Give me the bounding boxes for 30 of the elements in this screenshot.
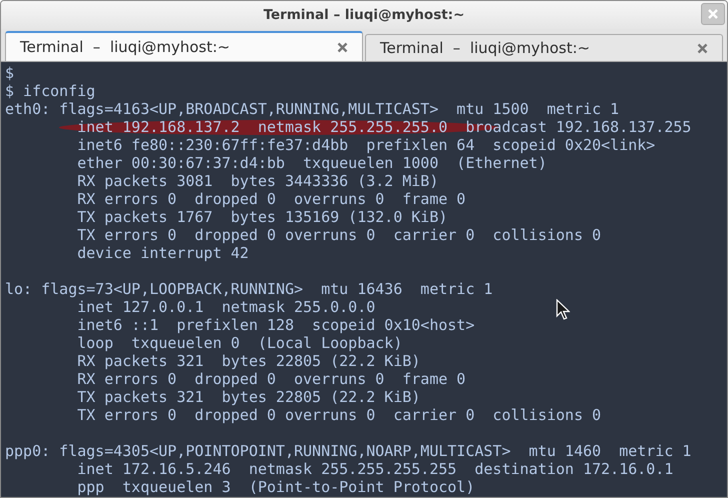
mouse-pointer-icon bbox=[556, 299, 570, 321]
terminal-line: ether 00:30:67:37:d4:bb txqueuelen 1000 (Ethernet) bbox=[76, 154, 547, 172]
terminal-line: TX errors 0 dropped 0 overruns 0 carrier 0 collisions 0 bbox=[76, 406, 602, 424]
terminal-line: loop txqueuelen 0 (Local Loopback) bbox=[76, 334, 402, 352]
tab[interactable]: Terminal – liuqi@myhost:~ bbox=[5, 31, 363, 61]
terminal-line: ppp0: flags=4305<UP,POINTOPOINT,RUNNING,NOARP,MULTICAST> mtu 1460 metric 1 bbox=[5, 442, 692, 460]
terminal-line: inet6 ::1 prefixlen 128 scopeid 0x10<host> bbox=[76, 316, 475, 334]
terminal-line: inet 192.168.137.2 netmask 255.255.255.0 broadcast 192.168.137.255 bbox=[76, 118, 692, 136]
terminal-line: TX packets 321 bytes 22805 (22.2 KiB) bbox=[76, 388, 420, 406]
close-button[interactable] bbox=[701, 3, 725, 25]
terminal-line: eth0: flags=4163<UP,BROADCAST,RUNNING,MULTICAST> mtu 1500 metric 1 bbox=[5, 100, 620, 118]
close-tab-icon[interactable] bbox=[697, 42, 708, 54]
terminal-line: TX packets 1767 bytes 135169 (132.0 KiB) bbox=[76, 208, 448, 226]
terminal-line: TX errors 0 dropped 0 overruns 0 carrier 0 collisions 0 bbox=[76, 226, 602, 244]
terminal-line: RX errors 0 dropped 0 overruns 0 frame 0 bbox=[76, 370, 466, 388]
terminal-line: ppp txqueuelen 3 (Point-to-Point Protocol) bbox=[76, 478, 475, 496]
window-title: Terminal – liuqi@myhost:~ bbox=[263, 7, 465, 23]
terminal-line: inet 127.0.0.1 netmask 255.0.0.0 bbox=[76, 298, 376, 316]
terminal-line: $ bbox=[5, 64, 14, 82]
close-tab-icon[interactable] bbox=[337, 42, 348, 52]
terminal-line: RX packets 3081 bytes 3443336 (3.2 MiB) bbox=[76, 172, 438, 190]
close-icon bbox=[708, 9, 718, 19]
terminal-line: RX errors 0 dropped 0 overruns 0 frame 0 bbox=[76, 190, 466, 208]
terminal-line: lo: flags=73<UP,LOOPBACK,RUNNING> mtu 16436 metric 1 bbox=[5, 280, 493, 298]
tab[interactable]: Terminal – liuqi@myhost:~ bbox=[365, 34, 723, 61]
terminal-line: $ ifconfig bbox=[5, 82, 96, 100]
terminal-line: RX packets 321 bytes 22805 (22.2 KiB) bbox=[76, 352, 420, 370]
terminal-line: inet 172.16.5.246 netmask 255.255.255.255 destination 172.16.0.1 bbox=[76, 460, 674, 478]
terminal-line: inet6 fe80::230:67ff:fe37:d4bb prefixlen 64 scopeid 0x20<link> bbox=[76, 136, 656, 154]
terminal-line: device interrupt 42 bbox=[76, 244, 249, 262]
